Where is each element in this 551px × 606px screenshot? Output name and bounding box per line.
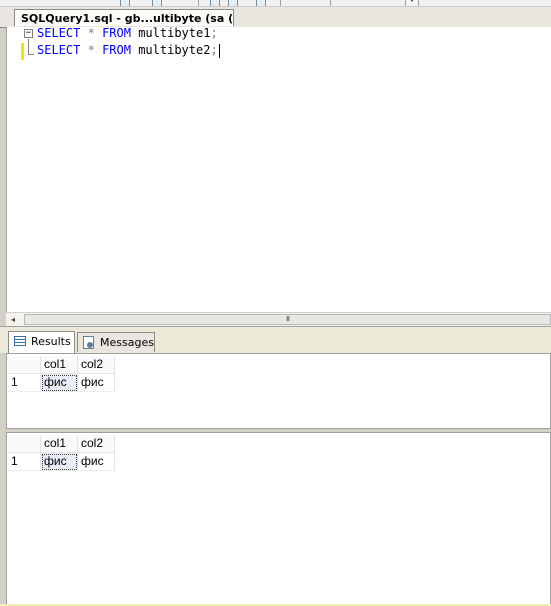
row-header-corner[interactable] [8, 435, 41, 453]
fold-guide-end [28, 54, 34, 55]
toolbar-button-icon[interactable] [228, 0, 238, 6]
result-table: col1 col2 1 фис фис [8, 356, 115, 392]
collapse-icon[interactable]: − [24, 29, 33, 38]
scroll-left-arrow-icon[interactable]: ◂ [6, 313, 20, 326]
sql-operator-star: * [87, 43, 95, 57]
table-cell[interactable]: фис [77, 373, 115, 392]
column-header-col2[interactable]: col2 [77, 435, 115, 453]
table-cell[interactable]: фис [40, 452, 78, 471]
messages-icon [83, 336, 94, 349]
sql-terminator: ; [210, 43, 218, 57]
sql-keyword-from: FROM [102, 43, 131, 57]
sql-table-name: multibyte1 [138, 26, 211, 40]
toolbar-separator [330, 0, 331, 6]
toolbar: ▾ [0, 0, 551, 7]
document-tab-sqlquery1[interactable]: SQLQuery1.sql - gb...ultibyte (sa (54))* [14, 9, 234, 26]
table-cell[interactable]: фис [40, 373, 78, 392]
toolbar-button-icon[interactable] [256, 0, 266, 6]
fold-guide-line [28, 39, 29, 55]
sql-operator-star: * [87, 26, 95, 40]
toolbar-button-icon[interactable] [120, 0, 130, 6]
result-grid-2[interactable]: col1 col2 1 фис фис [6, 432, 551, 605]
table-row: 1 фис фис [8, 452, 115, 471]
scrollbar-grip-icon: III [286, 316, 290, 323]
sql-table-name: multibyte2 [138, 43, 211, 57]
toolbar-dropdown-arrow-icon[interactable]: ▾ [405, 0, 419, 6]
row-number[interactable]: 1 [8, 452, 41, 471]
tab-results[interactable]: Results [8, 331, 75, 353]
scrollbar-thumb[interactable]: III [24, 314, 551, 325]
toolbar-button-icon[interactable] [210, 0, 220, 6]
header-row: col1 col2 [8, 435, 115, 453]
toolbar-separator [280, 0, 281, 6]
code-line-1[interactable]: SELECT * FROM multibyte1; [37, 25, 218, 42]
tab-results-label: Results [31, 335, 71, 348]
column-header-col2[interactable]: col2 [77, 356, 115, 374]
grid-icon [14, 336, 26, 346]
row-number[interactable]: 1 [8, 373, 41, 392]
tab-messages[interactable]: Messages [77, 332, 155, 352]
row-header-corner[interactable] [8, 356, 41, 374]
sql-editor[interactable]: − SELECT * FROM multibyte1; SELECT * FRO… [6, 25, 551, 312]
toolbar-button-icon[interactable] [152, 0, 162, 6]
results-tab-strip: Results Messages [0, 326, 551, 353]
table-cell[interactable]: фис [77, 452, 115, 471]
header-row: col1 col2 [8, 356, 115, 374]
result-table: col1 col2 1 фис фис [8, 435, 115, 471]
text-caret [218, 43, 220, 58]
code-line-2[interactable]: SELECT * FROM multibyte2; [37, 42, 220, 59]
sql-keyword-select: SELECT [37, 43, 81, 57]
tab-messages-label: Messages [100, 336, 154, 349]
sql-terminator: ; [210, 26, 218, 40]
toolbar-separator [198, 0, 199, 6]
editor-horizontal-scrollbar[interactable]: ◂ III [6, 312, 551, 326]
result-grid-1[interactable]: col1 col2 1 фис фис [6, 353, 551, 429]
change-marker [21, 43, 24, 60]
table-row: 1 фис фис [8, 373, 115, 392]
sql-keyword-select: SELECT [37, 26, 81, 40]
document-tab-title: SQLQuery1.sql - gb...ultibyte (sa (54))* [21, 12, 234, 25]
sql-keyword-from: FROM [102, 26, 131, 40]
column-header-col1[interactable]: col1 [40, 356, 78, 374]
column-header-col1[interactable]: col1 [40, 435, 78, 453]
